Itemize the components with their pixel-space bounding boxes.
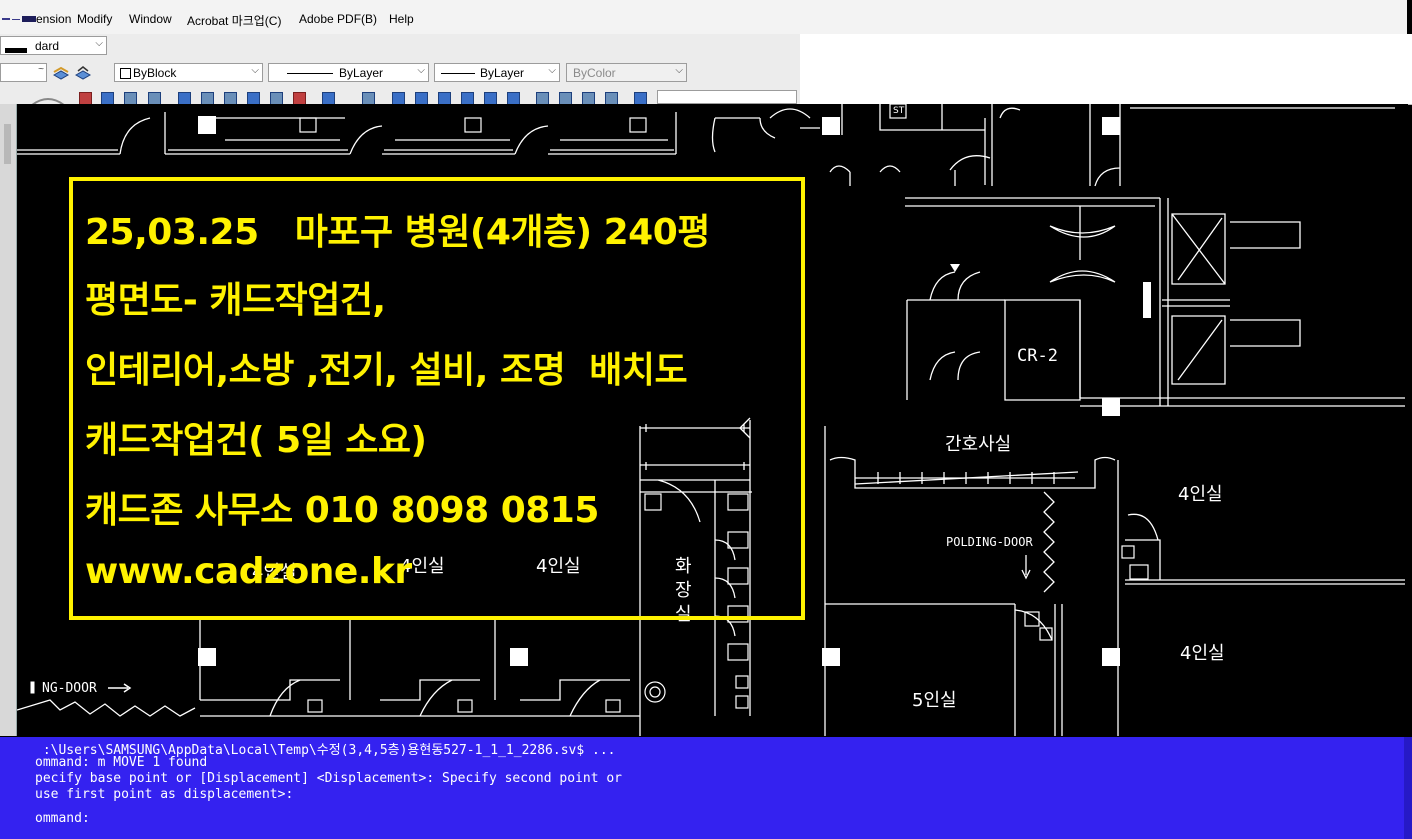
command-history-line: pecify base point or [Displacement] <Dis… <box>35 771 622 786</box>
menu-bar: ension Modify Window Acrobat 마크업(C) Adob… <box>0 0 1412 34</box>
promo-line-6: www.cadzone.kr <box>85 551 412 592</box>
text-style-combo[interactable]: dard ⌵ <box>0 36 107 55</box>
promo-line-2: 평면도- 캐드작업건, <box>85 280 386 321</box>
command-history-line: use first point as displacement>: <box>35 787 294 802</box>
room-label-4: 4인실 <box>1178 484 1223 505</box>
line-sample-icon <box>287 73 333 74</box>
chevron-down-icon: ⌵ <box>95 38 103 49</box>
lineweight-combo[interactable]: ByLayer ⌵ <box>434 63 560 82</box>
lineweight-value: ByLayer <box>480 66 525 80</box>
menu-item-dimension[interactable]: ension <box>36 12 71 26</box>
promo-line-3: 인테리어,소방 ,전기, 설비, 조명 배치도 <box>85 350 688 391</box>
layer-state-icon[interactable] <box>52 65 70 85</box>
chevron-down-icon: ⌵ <box>417 65 425 76</box>
chevron-down-icon: ⌵ <box>251 65 259 76</box>
promo-line-4: 캐드작업건( 5일 소요) <box>85 420 427 461</box>
nurse-station-label: 간호사실 <box>945 434 1011 455</box>
room-label-5: 5인실 <box>912 690 957 711</box>
command-window[interactable]: :\Users\SAMSUNG\AppData\Local\Temp\수정(3,… <box>17 737 1408 839</box>
chevron-down-icon: ⌵ <box>675 65 683 76</box>
cr2-label: CR-2 <box>1017 346 1058 366</box>
linetype-combo[interactable]: ByLayer ⌵ <box>268 63 429 82</box>
window-edge <box>1407 0 1412 34</box>
folding-door-label: POLDING-DOOR <box>946 535 1033 549</box>
color-value: ByBlock <box>133 66 177 80</box>
menu-item-adobe-pdf[interactable]: Adobe PDF(B) <box>299 12 377 26</box>
layer-previous-icon[interactable] <box>74 65 92 85</box>
linetype-icon: ~ <box>38 64 44 75</box>
scroll-thumb[interactable] <box>4 124 11 164</box>
left-scrollbar[interactable] <box>0 104 17 736</box>
chevron-down-icon: ⌵ <box>548 65 556 76</box>
linetype-value: ByLayer <box>339 66 384 80</box>
menu-item-modify[interactable]: Modify <box>77 12 112 26</box>
command-prompt-input[interactable]: ommand: <box>35 811 90 826</box>
menu-item-help[interactable]: Help <box>389 12 414 26</box>
plotstyle-value: ByColor <box>573 66 616 80</box>
text-style-value: dard <box>35 39 60 53</box>
promo-line-5: 캐드존 사무소 010 8098 0815 <box>85 490 599 531</box>
promo-line-1: 25,03.25 마포구 병원(4개층) 240평 <box>85 212 710 253</box>
color-swatch-icon <box>120 68 131 79</box>
command-scrollbar[interactable] <box>1404 737 1412 839</box>
layer-mini-combo[interactable]: ~ <box>0 63 47 82</box>
toolbar-blank-area <box>800 34 1412 104</box>
menu-item-acrobat-markup[interactable]: Acrobat 마크업(C) <box>187 12 281 29</box>
command-dock-grip[interactable] <box>0 737 17 839</box>
view-combo[interactable] <box>657 90 797 104</box>
st-label: ST <box>893 106 905 116</box>
command-history-line: ommand: m MOVE 1 found <box>35 755 208 770</box>
app-icon[interactable] <box>2 13 36 22</box>
plotstyle-combo: ByColor ⌵ <box>566 63 687 82</box>
promo-box: 25,03.25 마포구 병원(4개층) 240평 평면도- 캐드작업건, 인테… <box>69 177 805 620</box>
line-sample-icon <box>441 73 475 74</box>
style-icon <box>5 43 27 53</box>
color-combo[interactable]: ByBlock ⌵ <box>114 63 263 82</box>
sliding-door-label: NG-DOOR <box>42 681 97 696</box>
menu-item-window[interactable]: Window <box>129 12 172 26</box>
room-label-4: 4인실 <box>1180 643 1225 664</box>
